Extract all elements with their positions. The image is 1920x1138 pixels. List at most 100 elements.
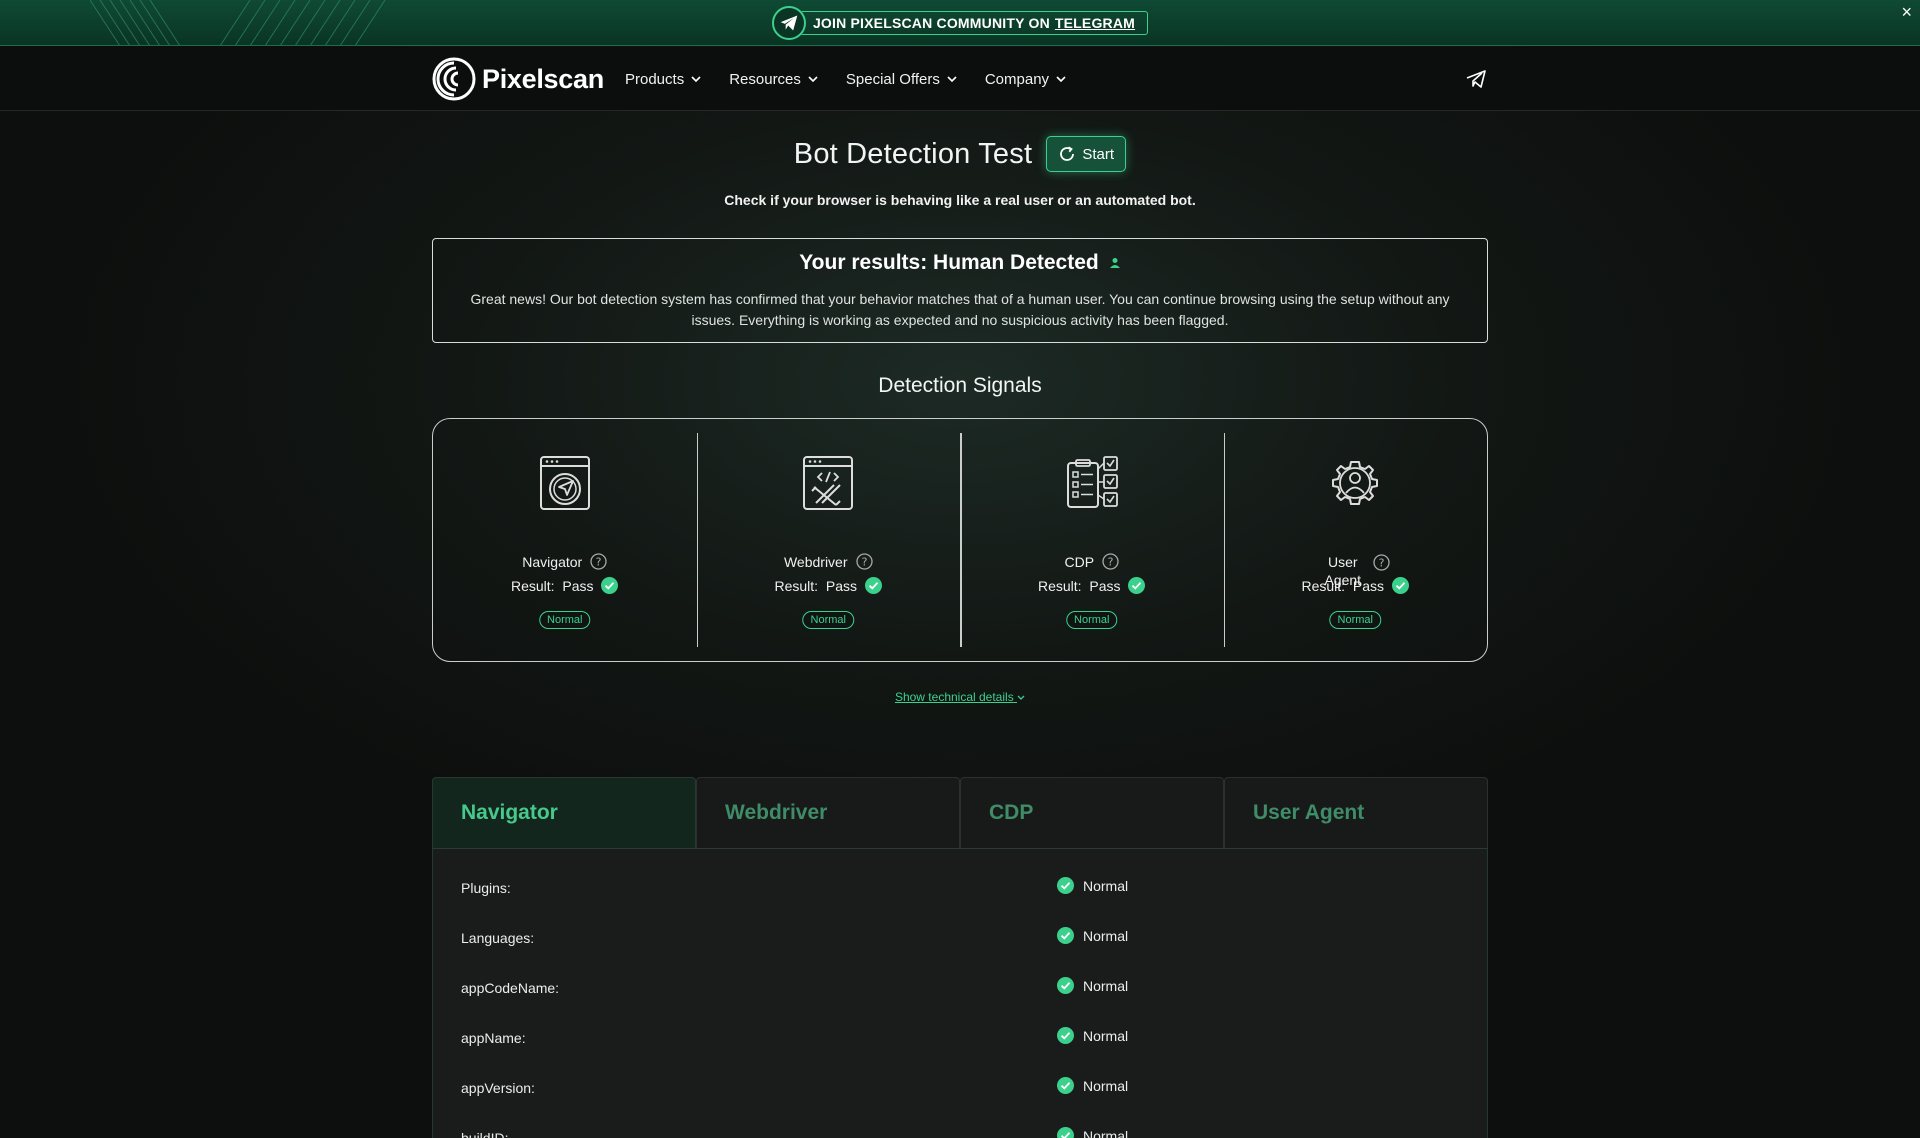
tab-cdp[interactable]: CDP <box>960 777 1224 848</box>
signal-name: User Agent ? <box>1224 553 1488 588</box>
brand-name: Pixelscan <box>482 63 604 94</box>
person-icon <box>1109 258 1120 268</box>
detail-label: appName: <box>461 1030 526 1046</box>
signal-label: Webdriver <box>783 553 848 570</box>
nav-item-label: Products <box>625 70 685 88</box>
community-banner: JOIN PIXELSCAN COMMUNITY ON TELEGRAM × <box>0 0 1920 46</box>
result-value: Pass <box>825 577 857 594</box>
detail-status: Normal <box>1057 1027 1128 1044</box>
result-value: Pass <box>562 577 594 594</box>
result-prefix: Result: <box>1301 577 1346 594</box>
title-row: Bot Detection Test Start <box>0 136 1920 172</box>
signal-label: CDP <box>1064 553 1095 570</box>
signals-title: Detection Signals <box>878 374 1042 397</box>
refresh-icon <box>1060 146 1075 161</box>
telegram-icon[interactable] <box>1464 67 1488 91</box>
detail-row: Languages: Normal <box>433 913 1487 963</box>
nav-item-products[interactable]: Products <box>625 71 701 88</box>
signal-result: Result: Pass <box>1224 577 1488 594</box>
detail-label: buildID: <box>461 1130 509 1138</box>
results-heading: Your results: Human Detected <box>433 251 1487 275</box>
chevron-down-icon <box>691 75 701 82</box>
chevron-down-icon <box>1056 75 1066 82</box>
chevron-down-icon <box>947 75 957 82</box>
logo-link[interactable]: Pixelscan <box>432 57 604 101</box>
signal-navigator: Navigator ? Result: Pass Normal <box>433 419 697 661</box>
signal-webdriver: Webdriver ? Result: Pass Normal <box>696 419 961 661</box>
svg-text:?: ? <box>1378 556 1384 569</box>
detail-label: Languages: <box>461 930 535 946</box>
detection-signals: Navigator ? Result: Pass Normal Webdrive… <box>432 418 1488 662</box>
tab-user-agent[interactable]: User Agent <box>1224 777 1488 848</box>
result-prefix: Result: <box>511 577 555 594</box>
detail-status: Normal <box>1057 1127 1128 1138</box>
detail-status-text: Normal <box>1083 1127 1129 1138</box>
signal-result: Result: Pass <box>433 577 697 594</box>
tab-navigator[interactable]: Navigator <box>432 777 696 848</box>
signal-name: CDP ? <box>960 553 1224 570</box>
detail-status-text: Normal <box>1083 927 1129 944</box>
banner-telegram-link[interactable]: TELEGRAM <box>1055 15 1135 31</box>
nav-item-resources[interactable]: Resources <box>729 71 818 88</box>
detail-row: Plugins: Normal <box>433 863 1487 913</box>
svg-text:?: ? <box>861 556 867 569</box>
check-circle-icon <box>1057 927 1074 944</box>
page-subtitle: Check if your browser is behaving like a… <box>724 192 1196 208</box>
signal-result: Result: Pass <box>697 577 961 594</box>
signal-user-agent: User Agent ? Result: Pass Normal <box>1223 419 1488 661</box>
start-label: Start <box>1082 145 1115 163</box>
banner-decoration <box>90 0 386 45</box>
results-description: Great news! Our bot detection system has… <box>470 291 1450 328</box>
signal-cdp: CDP ? Result: Pass Normal <box>960 419 1224 661</box>
status-badge: Normal <box>1066 611 1118 629</box>
check-circle-icon <box>601 577 619 594</box>
details-tabs: Navigator Webdriver CDP User Agent <box>432 777 1488 848</box>
browser-navigation-icon <box>539 456 590 510</box>
help-icon[interactable]: ? <box>1102 553 1119 570</box>
check-circle-icon <box>1057 1127 1074 1138</box>
svg-text:?: ? <box>596 556 602 569</box>
banner-label: JOIN PIXELSCAN COMMUNITY ON <box>812 15 1050 31</box>
nav-item-label: Resources <box>729 70 801 88</box>
nav-item-company[interactable]: Company <box>985 71 1066 88</box>
telegram-join-link[interactable]: JOIN PIXELSCAN COMMUNITY ON TELEGRAM <box>772 6 1148 40</box>
signal-name: Webdriver ? <box>697 553 961 570</box>
result-value: Pass <box>1089 577 1121 594</box>
result-prefix: Result: <box>1038 577 1082 594</box>
result-prefix: Result: <box>774 577 819 594</box>
detail-row: buildID: Normal <box>433 1113 1487 1138</box>
help-icon[interactable]: ? <box>855 553 873 570</box>
detail-row: appCodeName: Normal <box>433 963 1487 1013</box>
check-circle-icon <box>1391 577 1409 594</box>
tab-webdriver[interactable]: Webdriver <box>696 777 960 848</box>
check-circle-icon <box>1057 1027 1074 1044</box>
detail-status-text: Normal <box>1083 1077 1129 1094</box>
chevron-down-icon <box>808 75 818 82</box>
help-icon[interactable]: ? <box>1373 553 1390 571</box>
nav-item-label: Special Offers <box>845 70 940 88</box>
detail-row: appVersion: Normal <box>433 1063 1487 1113</box>
start-button[interactable]: Start <box>1046 136 1127 172</box>
user-gear-icon <box>1332 461 1379 505</box>
detail-status: Normal <box>1057 927 1128 944</box>
detail-status: Normal <box>1057 977 1128 994</box>
chevron-down-icon <box>1017 695 1025 700</box>
check-circle-icon <box>1057 977 1074 994</box>
help-icon[interactable]: ? <box>590 553 607 570</box>
status-badge: Normal <box>539 611 591 629</box>
close-banner-button[interactable]: × <box>1901 2 1912 23</box>
detail-status-text: Normal <box>1083 877 1129 894</box>
detail-label: appVersion: <box>461 1080 535 1096</box>
nav-menu: Products Resources Special Offers Compan… <box>625 47 1094 111</box>
nav-item-label: Company <box>984 70 1050 88</box>
check-circle-icon <box>1057 877 1074 894</box>
check-circle-icon <box>1057 1077 1074 1094</box>
banner-text: JOIN PIXELSCAN COMMUNITY ON TELEGRAM <box>800 11 1148 35</box>
page-title: Bot Detection Test <box>793 137 1033 170</box>
pixelscan-logo-icon <box>432 57 476 101</box>
detail-label: appCodeName: <box>461 980 560 996</box>
detail-label: Plugins: <box>461 880 511 896</box>
svg-text:?: ? <box>1108 556 1114 569</box>
nav-item-special-offers[interactable]: Special Offers <box>846 71 957 88</box>
show-technical-details-link[interactable]: Show technical details <box>0 690 1920 704</box>
